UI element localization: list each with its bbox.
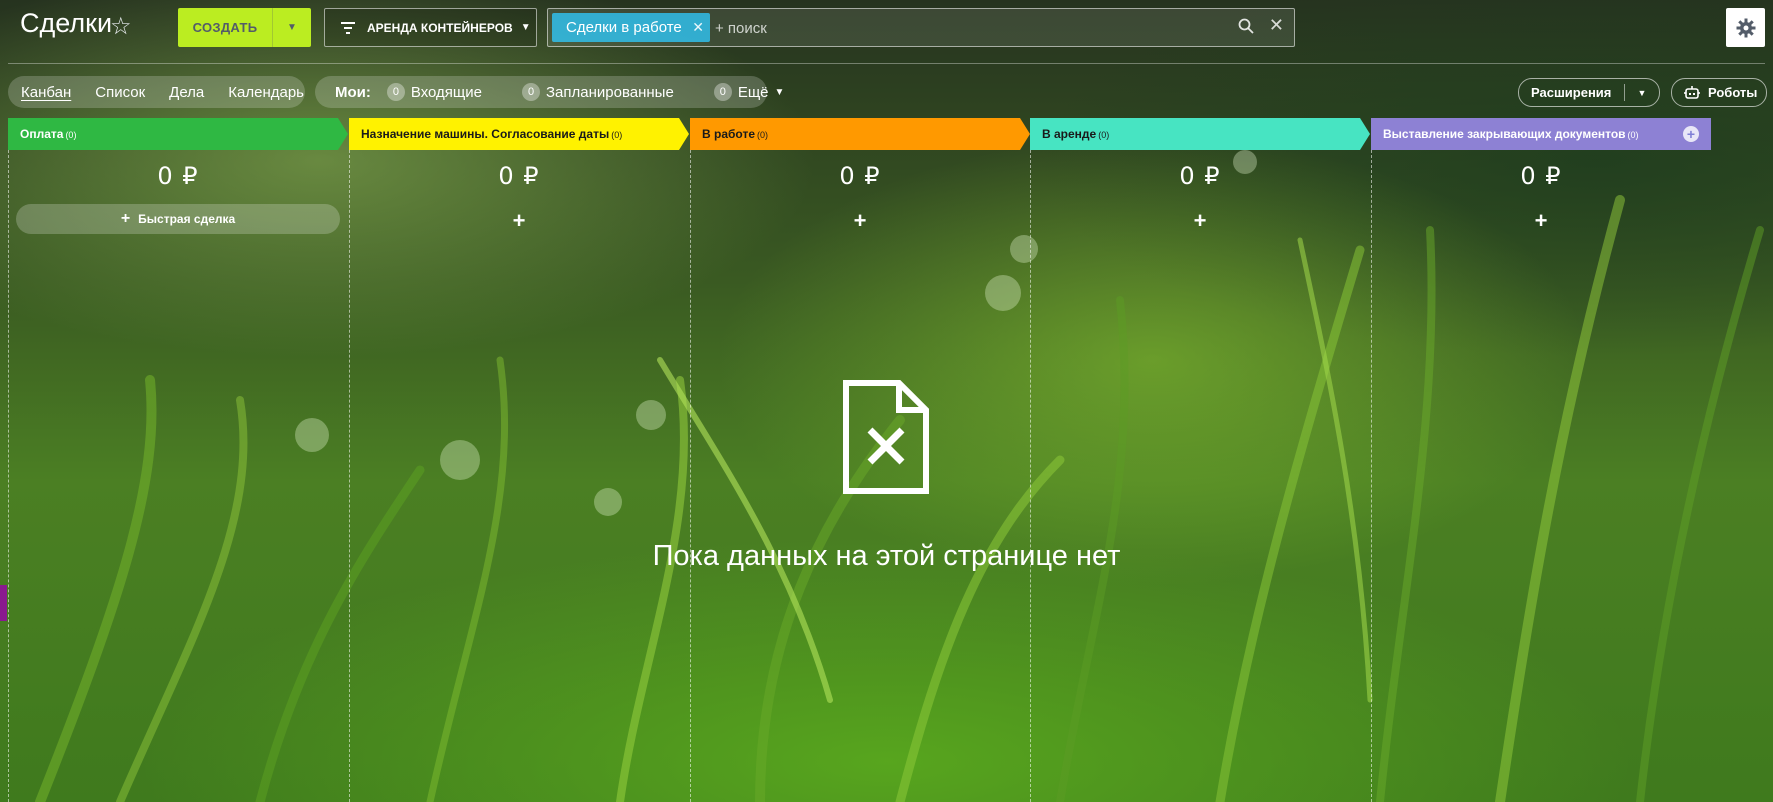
chevron-down-icon: ▼ xyxy=(520,22,531,33)
column-count: (0) xyxy=(1627,130,1639,140)
filter-chip-label: Сделки в работе xyxy=(566,19,682,36)
create-button[interactable]: СОЗДАТЬ ▼ xyxy=(178,8,311,47)
plus-icon: + xyxy=(120,210,131,227)
view-calendar[interactable]: Календарь xyxy=(228,84,304,101)
counter-badge: 0 xyxy=(522,83,540,101)
header-divider xyxy=(8,63,1765,64)
extensions-label: Расширения xyxy=(1531,85,1612,100)
column-divider xyxy=(1030,150,1031,802)
filter-chip[interactable]: Сделки в работе ✕ xyxy=(552,13,710,42)
counter-label: Входящие xyxy=(410,83,482,101)
column-title-text: В работе xyxy=(702,127,755,141)
column-divider xyxy=(349,150,350,802)
quick-deal-button[interactable]: + Быстрая сделка xyxy=(16,204,340,234)
add-deal-icon[interactable]: + xyxy=(349,208,689,234)
create-dropdown-icon[interactable]: ▼ xyxy=(272,8,311,47)
view-activities[interactable]: Дела xyxy=(169,84,204,101)
column-sum: 0 ₽ xyxy=(157,162,199,190)
column-title: Выставление закрывающих документов (0) xyxy=(1383,127,1639,141)
column-title-text: Оплата xyxy=(20,127,64,141)
kanban-column: Выставление закрывающих документов (0) + … xyxy=(1371,118,1711,802)
column-sum: 0 ₽ xyxy=(1179,162,1221,190)
counter-incoming[interactable]: 0 Входящие xyxy=(386,83,482,101)
column-divider xyxy=(1371,150,1372,802)
kanban-column: Оплата (0) 0 ₽ + Быстрая сделка xyxy=(8,118,348,802)
robots-button[interactable]: Роботы xyxy=(1671,78,1767,107)
counter-badge: 0 xyxy=(386,83,405,101)
create-button-label[interactable]: СОЗДАТЬ xyxy=(178,8,272,47)
column-title: В аренде (0) xyxy=(1042,127,1109,141)
filter-icon xyxy=(341,21,355,34)
extensions-dropdown-icon[interactable]: ▼ xyxy=(1625,88,1659,98)
column-title-text: Выставление закрывающих документов xyxy=(1383,127,1626,141)
add-deal-icon[interactable]: + xyxy=(690,208,1030,234)
quick-deal-label: Быстрая сделка xyxy=(138,212,236,226)
search-input[interactable] xyxy=(713,13,1217,44)
kanban-column: В аренде (0) 0 ₽ + xyxy=(1030,118,1370,802)
view-switcher: Канбан Список Дела Календарь xyxy=(8,76,305,108)
column-sum: 0 ₽ xyxy=(1520,162,1562,190)
column-sum: 0 ₽ xyxy=(498,162,540,190)
chevron-down-icon: ▼ xyxy=(774,86,785,98)
empty-document-icon xyxy=(843,380,929,494)
column-count: (0) xyxy=(65,130,77,140)
counter-badge: 0 xyxy=(713,83,732,101)
counter-label: Ещё xyxy=(737,83,769,101)
page-title: Сделки xyxy=(20,8,113,38)
counters-panel: Мои: 0 Входящие 0 Запланированные 0 Ещё … xyxy=(315,76,784,108)
column-count: (0) xyxy=(757,130,768,140)
extensions-button[interactable]: Расширения ▼ xyxy=(1518,78,1660,107)
column-divider xyxy=(8,150,9,802)
search-bar[interactable]: Сделки в работе ✕ ✕ xyxy=(547,8,1295,47)
column-title-text: Назначение машины. Согласование даты xyxy=(361,127,610,141)
star-icon[interactable]: ☆ xyxy=(110,12,132,41)
view-list[interactable]: Список xyxy=(95,84,145,101)
column-sum: 0 ₽ xyxy=(839,162,881,190)
column-header[interactable]: Оплата (0) xyxy=(8,118,348,150)
view-kanban[interactable]: Канбан xyxy=(21,84,71,101)
add-deal-icon[interactable]: + xyxy=(1030,208,1370,234)
column-header[interactable]: Назначение машины. Согласование даты (0) xyxy=(349,118,689,150)
empty-state-text: Пока данных на этой странице нет xyxy=(652,540,1121,572)
counter-planned[interactable]: 0 Запланированные xyxy=(522,83,674,101)
category-selector[interactable]: АРЕНДА КОНТЕЙНЕРОВ ▼ xyxy=(324,8,537,47)
add-column-icon[interactable]: + xyxy=(1683,126,1699,142)
column-title: В работе (0) xyxy=(702,127,768,141)
counter-more[interactable]: 0 Ещё ▼ xyxy=(713,83,785,101)
search-clear-icon[interactable]: ✕ xyxy=(1269,15,1284,36)
column-count: (0) xyxy=(1098,130,1110,140)
column-header[interactable]: В работе (0) xyxy=(690,118,1030,150)
column-divider xyxy=(690,150,691,802)
left-edge-tab[interactable] xyxy=(0,585,7,621)
counter-label: Запланированные xyxy=(546,83,674,101)
category-label: АРЕНДА КОНТЕЙНЕРОВ xyxy=(367,20,513,35)
chip-close-icon[interactable]: ✕ xyxy=(692,19,704,36)
kanban-column: Назначение машины. Согласование даты (0) … xyxy=(349,118,689,802)
gear-icon xyxy=(1736,18,1755,37)
robot-icon xyxy=(1684,85,1700,100)
settings-button[interactable] xyxy=(1726,8,1765,47)
column-header[interactable]: В аренде (0) xyxy=(1030,118,1370,150)
column-header[interactable]: Выставление закрывающих документов (0) + xyxy=(1371,118,1711,150)
column-count: (0) xyxy=(611,130,623,140)
robots-label: Роботы xyxy=(1708,85,1758,100)
column-title: Оплата (0) xyxy=(20,127,76,141)
column-title: Назначение машины. Согласование даты (0) xyxy=(361,127,622,141)
search-icon[interactable] xyxy=(1238,18,1254,39)
add-deal-icon[interactable]: + xyxy=(1371,208,1711,234)
my-label: Мои: xyxy=(335,83,371,101)
column-title-text: В аренде xyxy=(1042,127,1097,141)
